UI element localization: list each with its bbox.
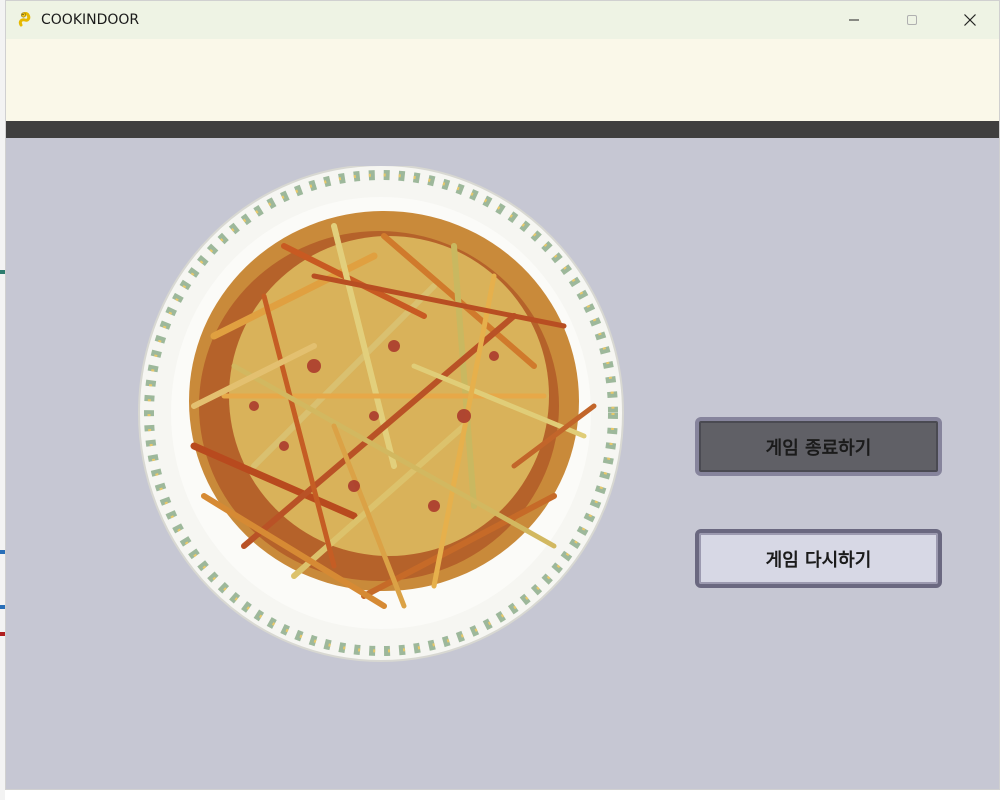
pygame-snake-icon — [18, 12, 31, 27]
hash-brown-plate-image — [138, 164, 624, 662]
maximize-icon — [907, 15, 917, 25]
quit-game-button[interactable]: 게임 종료하기 — [695, 417, 942, 476]
quit-game-label: 게임 종료하기 — [765, 437, 872, 459]
game-canvas: 게임 종료하기 게임 다시하기 — [6, 138, 999, 789]
header-area — [6, 39, 999, 121]
close-icon — [964, 14, 976, 26]
dish-image — [134, 164, 629, 666]
header-divider — [6, 121, 999, 138]
window-title: COOKINDOOR — [41, 12, 140, 28]
maximize-button[interactable] — [883, 1, 941, 39]
title-bar[interactable]: COOKINDOOR — [6, 1, 999, 39]
minimize-button[interactable] — [825, 1, 883, 39]
app-window: COOKINDOOR 게임 종료하기 게임 다시하기 — [5, 0, 1000, 790]
close-button[interactable] — [941, 1, 999, 39]
retry-game-button[interactable]: 게임 다시하기 — [695, 529, 942, 588]
retry-game-label: 게임 다시하기 — [765, 549, 872, 571]
minimize-icon — [849, 19, 859, 21]
window-controls — [825, 1, 999, 39]
